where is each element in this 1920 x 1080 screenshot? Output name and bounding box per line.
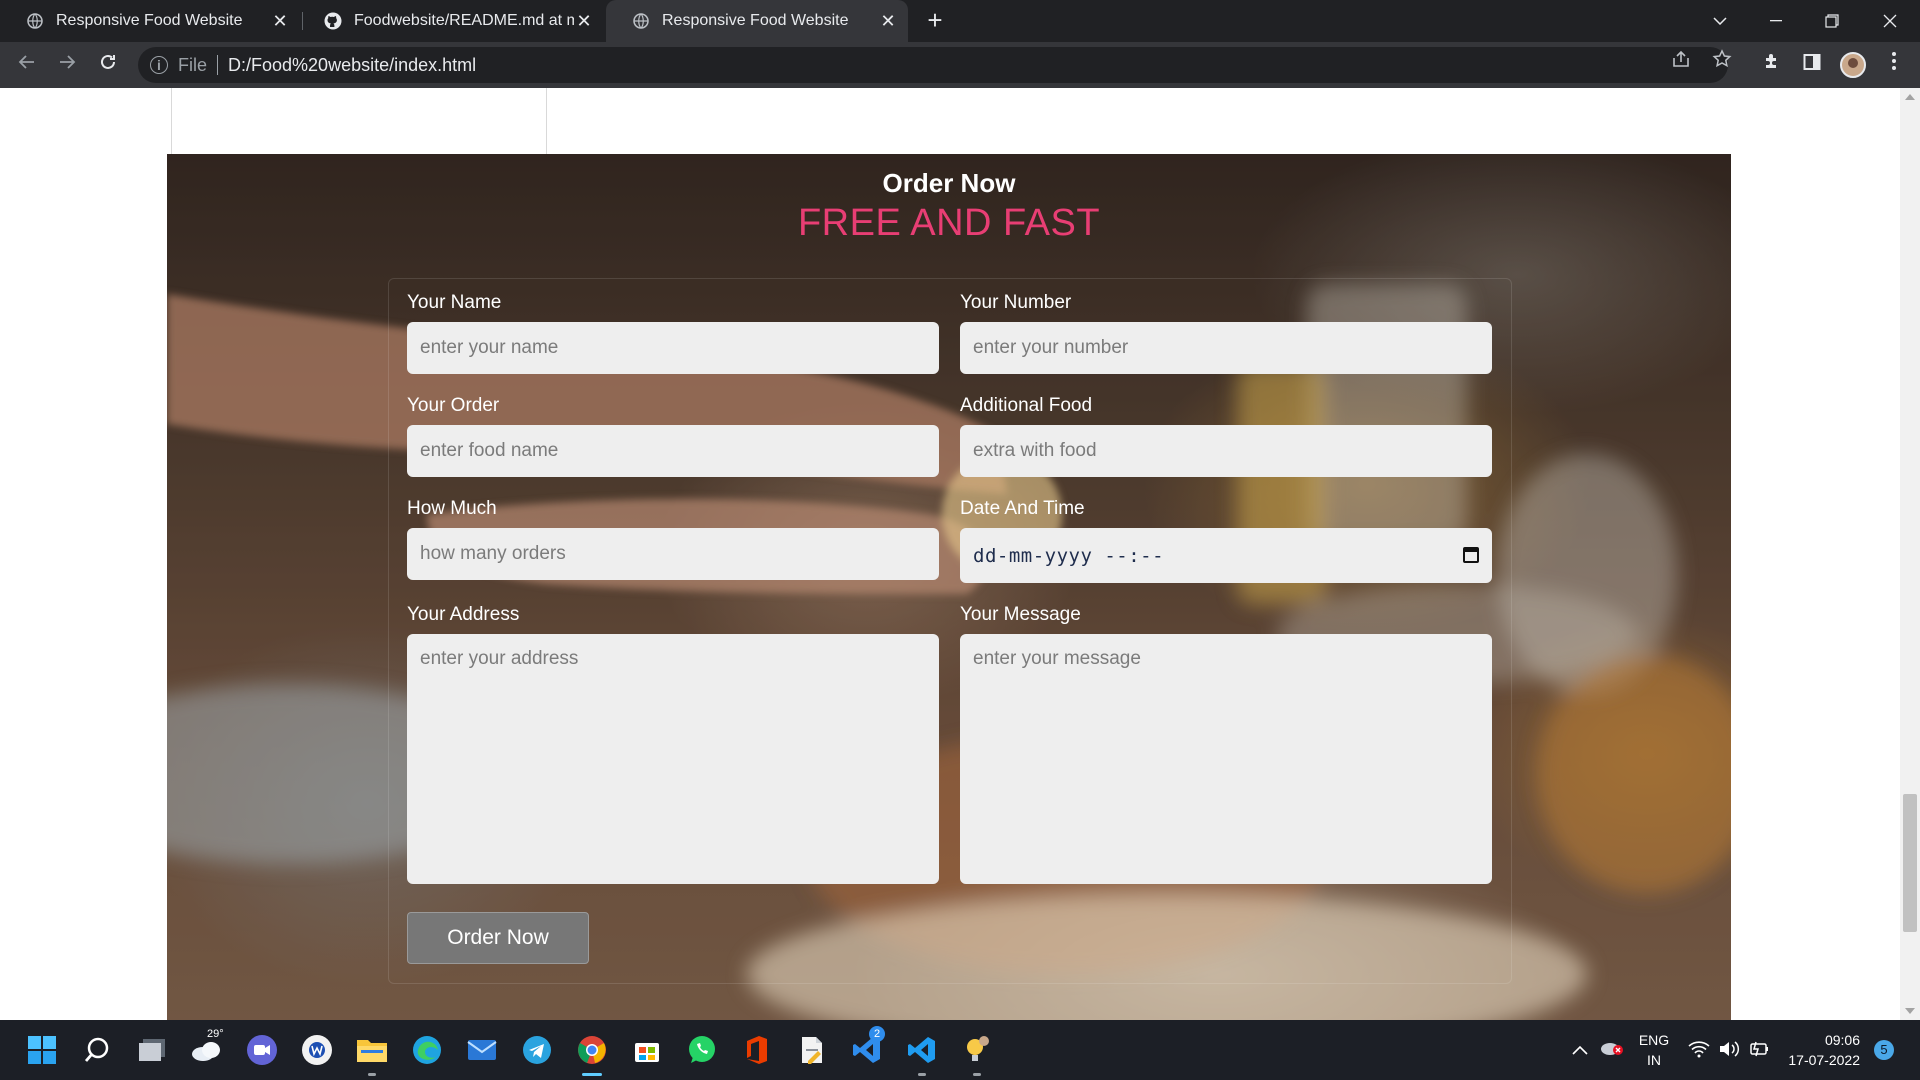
battery-charging-icon[interactable] (1748, 1040, 1770, 1063)
order-section: Order Now FREE AND FAST Your Name enter … (167, 154, 1731, 1020)
number-label: Your Number (960, 292, 1072, 313)
close-tab-icon[interactable]: ✕ (270, 11, 290, 31)
url-divider (217, 55, 219, 75)
url-scheme: File (178, 54, 208, 75)
notification-count-badge[interactable]: 5 (1874, 1040, 1894, 1060)
profile-avatar[interactable] (1840, 52, 1866, 78)
idea-bulb-icon[interactable] (957, 1030, 997, 1076)
bookmark-star-icon[interactable] (1711, 49, 1733, 71)
vscode-blue-icon[interactable]: 2 (847, 1026, 887, 1070)
tab-strip: Responsive Food Website ✕ Foodwebsite/RE… (0, 0, 1920, 42)
name-input[interactable]: enter your name (407, 322, 939, 374)
order-now-button[interactable]: Order Now (407, 912, 589, 964)
search-icon[interactable] (77, 1030, 117, 1070)
telegram-icon[interactable] (517, 1030, 557, 1070)
office-icon[interactable] (737, 1030, 777, 1070)
weather-temperature: 29° (207, 1028, 224, 1040)
extensions-icon[interactable] (1758, 51, 1786, 79)
weather-icon[interactable]: 29° (187, 1028, 227, 1070)
additional-food-label: Additional Food (960, 395, 1093, 416)
microsoft-store-icon[interactable] (627, 1030, 667, 1070)
active-app-indicator (582, 1073, 602, 1076)
close-window-icon[interactable] (1862, 0, 1918, 42)
file-editor-icon[interactable] (792, 1030, 832, 1070)
datetime-label: Date And Time (960, 498, 1085, 519)
whatsapp-icon[interactable] (682, 1030, 722, 1070)
task-view-icon[interactable] (132, 1030, 172, 1070)
new-tab-button[interactable]: + (922, 7, 948, 34)
windows-start-icon[interactable] (22, 1030, 62, 1070)
tab-responsive-food-active[interactable]: Responsive Food Website ✕ (606, 0, 908, 42)
language-indicator[interactable]: ENG (1636, 1032, 1672, 1048)
forward-icon[interactable] (53, 51, 81, 79)
teams-chat-icon[interactable] (242, 1030, 282, 1070)
region-indicator[interactable]: IN (1636, 1052, 1672, 1068)
address-label: Your Address (407, 604, 520, 625)
scroll-down-arrow-icon[interactable] (1905, 1008, 1915, 1014)
quantity-input[interactable]: how many orders (407, 528, 939, 580)
edge-browser-icon[interactable] (407, 1030, 447, 1070)
order-input[interactable]: enter food name (407, 425, 939, 477)
file-explorer-icon[interactable] (352, 1030, 392, 1076)
scroll-thumb[interactable] (1903, 794, 1917, 932)
reload-icon[interactable] (94, 51, 122, 79)
address-textarea[interactable]: enter your address (407, 634, 939, 884)
update-badge: 2 (869, 1026, 885, 1042)
datetime-input[interactable]: dd-mm-yyyy --:-- (960, 528, 1492, 583)
page-scrollbar[interactable] (1900, 88, 1920, 1020)
tab-separator (302, 12, 303, 30)
section-heading: Order Now (882, 168, 1016, 198)
message-textarea[interactable]: enter your message (960, 634, 1492, 884)
close-tab-icon[interactable]: ✕ (574, 11, 594, 31)
running-indicator (918, 1073, 926, 1076)
page-viewport: Order Now FREE AND FAST Your Name enter … (0, 88, 1900, 1020)
number-input[interactable]: enter your number (960, 322, 1492, 374)
word-app-icon[interactable] (297, 1030, 337, 1070)
back-icon[interactable] (13, 51, 41, 79)
minimize-icon[interactable] (1748, 0, 1804, 42)
calendar-icon[interactable] (1463, 547, 1479, 563)
mail-icon[interactable] (462, 1030, 502, 1070)
running-indicator (973, 1073, 981, 1076)
running-indicator (368, 1073, 376, 1076)
share-icon[interactable] (1670, 49, 1692, 71)
quantity-label: How Much (407, 498, 497, 519)
datetime-placeholder: dd-mm-yyyy --:-- (973, 544, 1165, 567)
tab-title: Responsive Food Website (662, 12, 849, 29)
github-icon (324, 12, 342, 30)
side-panel-icon[interactable] (1798, 51, 1826, 79)
clock-date[interactable]: 17-07-2022 (1780, 1052, 1860, 1068)
tab-responsive-food-1[interactable]: Responsive Food Website ✕ (0, 0, 300, 42)
onedrive-error-icon[interactable] (1600, 1038, 1624, 1061)
chrome-icon[interactable] (572, 1030, 612, 1076)
address-bar[interactable]: i File D:/Food%20website/index.html (138, 47, 1728, 83)
section-subheading: FREE AND FAST (797, 202, 1101, 244)
name-label: Your Name (407, 292, 502, 313)
tab-title: Foodwebsite/README.md at mai (354, 12, 574, 29)
browser-menu-icon[interactable] (1880, 51, 1908, 79)
additional-food-input[interactable]: extra with food (960, 425, 1492, 477)
tab-github-readme[interactable]: Foodwebsite/README.md at mai ✕ (304, 0, 604, 42)
tab-title: Responsive Food Website (56, 12, 243, 29)
globe-icon (632, 12, 650, 30)
message-label: Your Message (960, 604, 1081, 625)
close-tab-icon[interactable]: ✕ (878, 11, 898, 31)
scroll-up-arrow-icon[interactable] (1905, 94, 1915, 100)
clock-time[interactable]: 09:06 (1780, 1032, 1860, 1048)
url-text[interactable]: D:/Food%20website/index.html (228, 55, 476, 76)
globe-icon (26, 12, 44, 30)
volume-icon[interactable] (1718, 1040, 1740, 1063)
tab-search-icon[interactable] (1692, 0, 1748, 42)
restore-icon[interactable] (1804, 0, 1860, 42)
wifi-icon[interactable] (1688, 1040, 1710, 1063)
browser-toolbar: i File D:/Food%20website/index.html (0, 42, 1920, 88)
order-label: Your Order (407, 395, 500, 416)
vscode-icon[interactable] (902, 1030, 942, 1076)
site-info-icon[interactable]: i (150, 56, 168, 74)
windows-taskbar: 29° 2 ENG IN 09:06 17-07-2022 5 (0, 1020, 1920, 1080)
show-hidden-icons-chevron-icon[interactable] (1572, 1042, 1588, 1060)
